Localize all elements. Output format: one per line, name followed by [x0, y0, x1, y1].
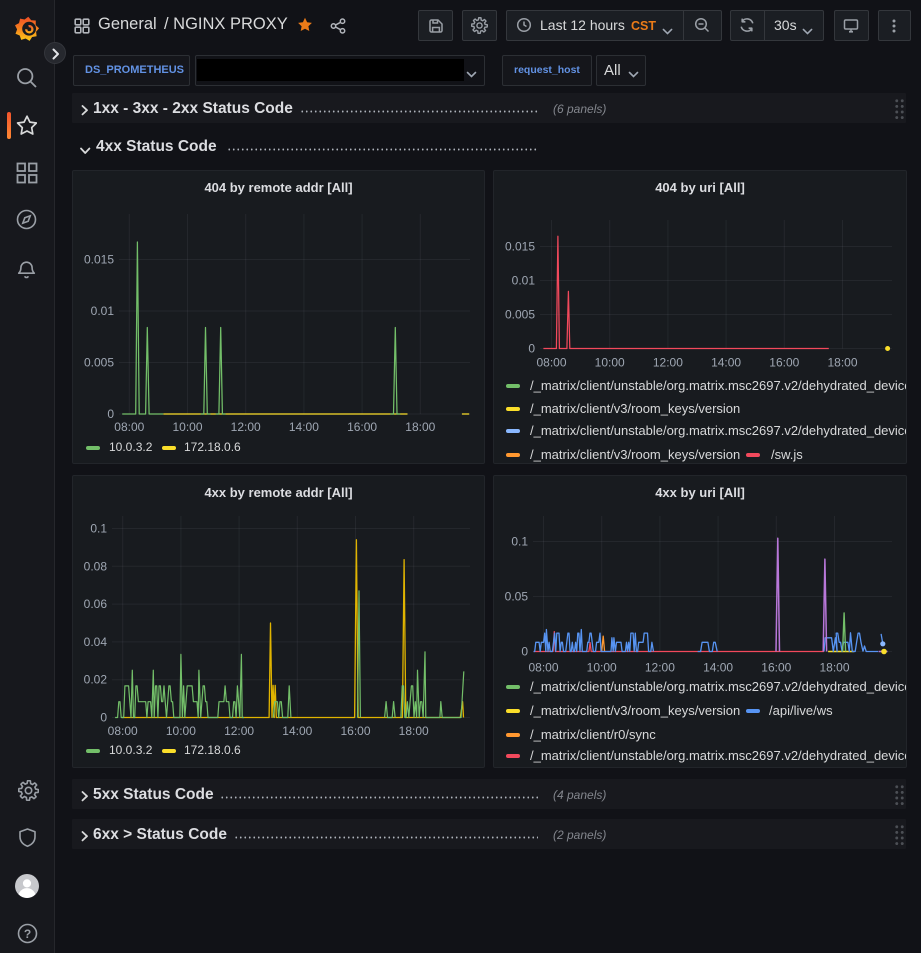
- svg-text:16:00: 16:00: [769, 356, 799, 370]
- svg-text:10:00: 10:00: [595, 356, 625, 370]
- svg-text:08:00: 08:00: [114, 420, 144, 434]
- svg-text:18:00: 18:00: [399, 724, 429, 738]
- svg-text:0.08: 0.08: [84, 559, 108, 573]
- svg-text:0: 0: [107, 407, 114, 421]
- svg-text:18:00: 18:00: [827, 356, 857, 370]
- svg-text:14:00: 14:00: [282, 724, 312, 738]
- svg-text:0.005: 0.005: [505, 308, 535, 322]
- svg-text:12:00: 12:00: [653, 356, 683, 370]
- svg-text:0.005: 0.005: [84, 356, 114, 370]
- svg-text:10:00: 10:00: [587, 661, 617, 675]
- svg-text:08:00: 08:00: [528, 661, 558, 675]
- svg-text:0: 0: [100, 711, 107, 725]
- svg-text:0.05: 0.05: [505, 590, 529, 604]
- svg-text:14:00: 14:00: [711, 356, 741, 370]
- svg-text:08:00: 08:00: [108, 724, 138, 738]
- svg-text:16:00: 16:00: [761, 661, 791, 675]
- svg-text:14:00: 14:00: [703, 661, 733, 675]
- svg-text:08:00: 08:00: [536, 356, 566, 370]
- svg-text:0.01: 0.01: [512, 274, 536, 288]
- svg-text:0.015: 0.015: [84, 253, 114, 267]
- svg-text:18:00: 18:00: [405, 420, 435, 434]
- svg-text:0: 0: [528, 342, 535, 356]
- svg-text:0: 0: [521, 645, 528, 659]
- svg-text:0.06: 0.06: [84, 597, 108, 611]
- svg-text:0.1: 0.1: [511, 535, 528, 549]
- svg-text:0.015: 0.015: [505, 240, 535, 254]
- svg-text:12:00: 12:00: [224, 724, 254, 738]
- svg-text:18:00: 18:00: [819, 661, 849, 675]
- svg-text:0.01: 0.01: [91, 304, 115, 318]
- svg-text:14:00: 14:00: [289, 420, 319, 434]
- svg-text:10:00: 10:00: [166, 724, 196, 738]
- svg-text:16:00: 16:00: [347, 420, 377, 434]
- svg-text:0.1: 0.1: [90, 522, 107, 536]
- svg-text:10:00: 10:00: [172, 420, 202, 434]
- svg-text:?: ?: [24, 927, 31, 941]
- svg-text:12:00: 12:00: [231, 420, 261, 434]
- svg-text:16:00: 16:00: [340, 724, 370, 738]
- svg-text:0.04: 0.04: [84, 635, 108, 649]
- svg-text:0.02: 0.02: [84, 673, 108, 687]
- svg-text:12:00: 12:00: [645, 661, 675, 675]
